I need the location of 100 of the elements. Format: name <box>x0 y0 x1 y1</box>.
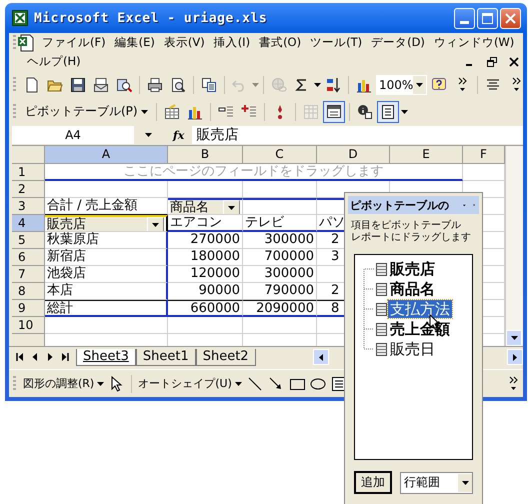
caret-icon <box>97 382 104 386</box>
field-icon <box>376 262 387 276</box>
sheet-tab[interactable]: Sheet3 <box>76 348 136 366</box>
formula-field[interactable]: 販売店 <box>192 126 523 144</box>
table-cell: 180000 <box>190 249 240 264</box>
row-header[interactable]: 2 <box>12 181 45 198</box>
printer-icon[interactable] <box>147 76 163 92</box>
menu-item[interactable]: ツール(T) <box>310 35 362 50</box>
down-arrow-icon[interactable] <box>510 336 518 340</box>
left-arrow-icon[interactable] <box>319 354 323 360</box>
menu-item[interactable]: 書式(O) <box>259 35 302 50</box>
last-sheet-icon[interactable] <box>60 352 68 362</box>
table-cell: 秋葉原店 <box>47 232 99 247</box>
field-icon <box>376 322 387 336</box>
sheet-tab[interactable]: Sheet2 <box>196 348 256 366</box>
row-header[interactable]: 3 <box>12 198 45 215</box>
menu-item[interactable]: ヘルプ(H) <box>27 54 81 69</box>
maximize-button[interactable] <box>477 8 498 28</box>
chevron-icon[interactable] <box>508 376 518 391</box>
arrow-icon[interactable] <box>268 376 284 392</box>
previous-sheet-icon[interactable] <box>30 352 38 362</box>
column-header[interactable]: B <box>168 146 243 164</box>
oval-icon[interactable] <box>310 376 326 392</box>
close-button[interactable] <box>500 8 521 28</box>
area-dropdown[interactable]: 行範囲 <box>400 472 473 494</box>
menu-item[interactable]: 編集(E) <box>114 35 155 50</box>
info-icon[interactable] <box>356 104 373 120</box>
menu-item[interactable]: 挿入(I) <box>214 35 250 50</box>
pivot-table-menu[interactable]: ピボットテーブル(P) <box>21 102 152 122</box>
column-header[interactable]: C <box>243 146 317 164</box>
menu-item[interactable]: データ(D) <box>371 35 425 50</box>
row-header[interactable]: 6 <box>12 249 45 266</box>
menu-item[interactable]: 表示(V) <box>164 35 205 50</box>
document-icon[interactable] <box>24 76 40 92</box>
column-header[interactable]: D <box>317 146 390 164</box>
menu-item[interactable]: ファイル(F) <box>42 35 106 50</box>
row-header[interactable]: 7 <box>12 266 45 283</box>
drop-zone-hint: ここにページのフィールドをドラッグします <box>124 164 384 179</box>
restore-icon[interactable] <box>487 56 497 66</box>
first-sheet-icon[interactable] <box>16 352 24 362</box>
collapse-icon[interactable] <box>218 104 234 120</box>
column-header[interactable]: A <box>45 146 168 164</box>
function-label[interactable]: fx <box>173 128 184 142</box>
mail-icon[interactable] <box>93 76 109 92</box>
row-header[interactable]: 8 <box>12 283 45 300</box>
right-arrow-icon[interactable] <box>513 354 517 360</box>
sort-icon[interactable] <box>325 76 341 92</box>
scroll-down-button[interactable] <box>506 330 522 346</box>
sheet-tab[interactable]: Sheet1 <box>136 348 196 366</box>
field-icon <box>376 342 387 356</box>
table-cell: パソ <box>319 215 345 230</box>
expand-icon[interactable] <box>240 104 257 120</box>
caret-icon <box>228 206 235 210</box>
table-format-icon[interactable] <box>164 104 180 120</box>
name-box[interactable]: A4 <box>12 126 134 144</box>
scroll-right-button[interactable] <box>507 349 523 365</box>
toggle-button[interactable] <box>322 100 345 122</box>
text-box-icon[interactable] <box>330 376 347 392</box>
column-header[interactable]: E <box>390 146 463 164</box>
column-header[interactable]: F <box>463 146 505 164</box>
row-header[interactable]: 9 <box>12 300 45 317</box>
toggle-button[interactable] <box>376 100 399 122</box>
scroll-left-button[interactable] <box>313 349 329 365</box>
help-icon[interactable] <box>431 76 448 92</box>
caret-icon <box>462 480 468 484</box>
caret-icon[interactable] <box>314 82 321 86</box>
maximize-icon[interactable] <box>482 12 493 24</box>
zoom-dropdown[interactable]: 100% <box>376 74 428 94</box>
field-icon <box>376 282 387 296</box>
chevron-icon[interactable] <box>512 77 521 92</box>
next-sheet-icon[interactable] <box>46 352 54 362</box>
line-icon[interactable] <box>246 376 263 392</box>
table-cell: 790000 <box>264 283 314 298</box>
table-cell: 300000 <box>264 232 314 247</box>
autoshape-menu[interactable]: オートシェイプ(U) <box>136 374 244 394</box>
page-magnifier-icon[interactable] <box>170 76 186 92</box>
chevron-icon[interactable] <box>458 77 467 92</box>
caret-icon[interactable] <box>400 110 408 114</box>
row-header[interactable]: 10 <box>12 317 45 334</box>
field-item[interactable]: 販売日 <box>388 340 437 358</box>
minimize-button[interactable] <box>454 8 475 28</box>
field-item[interactable]: 支払方法 <box>388 300 452 318</box>
row-header[interactable]: 4 <box>12 215 45 232</box>
panel-title: ピボットテーブルの <box>350 198 449 212</box>
align-center-icon[interactable] <box>485 76 502 92</box>
caret-icon[interactable] <box>144 133 152 137</box>
draw-menu[interactable]: 図形の調整(R) <box>21 374 106 394</box>
row-header[interactable]: 5 <box>12 232 45 249</box>
vertical-scrollbar[interactable] <box>505 146 523 346</box>
field-item[interactable]: 販売店 <box>388 260 437 278</box>
field-item[interactable]: 商品名 <box>388 280 437 298</box>
close-icon[interactable] <box>509 56 519 66</box>
table-cell: 新宿店 <box>47 249 86 264</box>
pointer-icon[interactable] <box>111 376 124 392</box>
menu-item[interactable]: ウィンドウ(W) <box>434 35 514 50</box>
add-button[interactable]: 追加 <box>354 471 392 494</box>
book-search-icon[interactable] <box>116 76 132 92</box>
copy-icon[interactable] <box>201 76 217 92</box>
workbook-icon[interactable] <box>17 34 35 52</box>
row-header[interactable]: 1 <box>12 164 45 181</box>
